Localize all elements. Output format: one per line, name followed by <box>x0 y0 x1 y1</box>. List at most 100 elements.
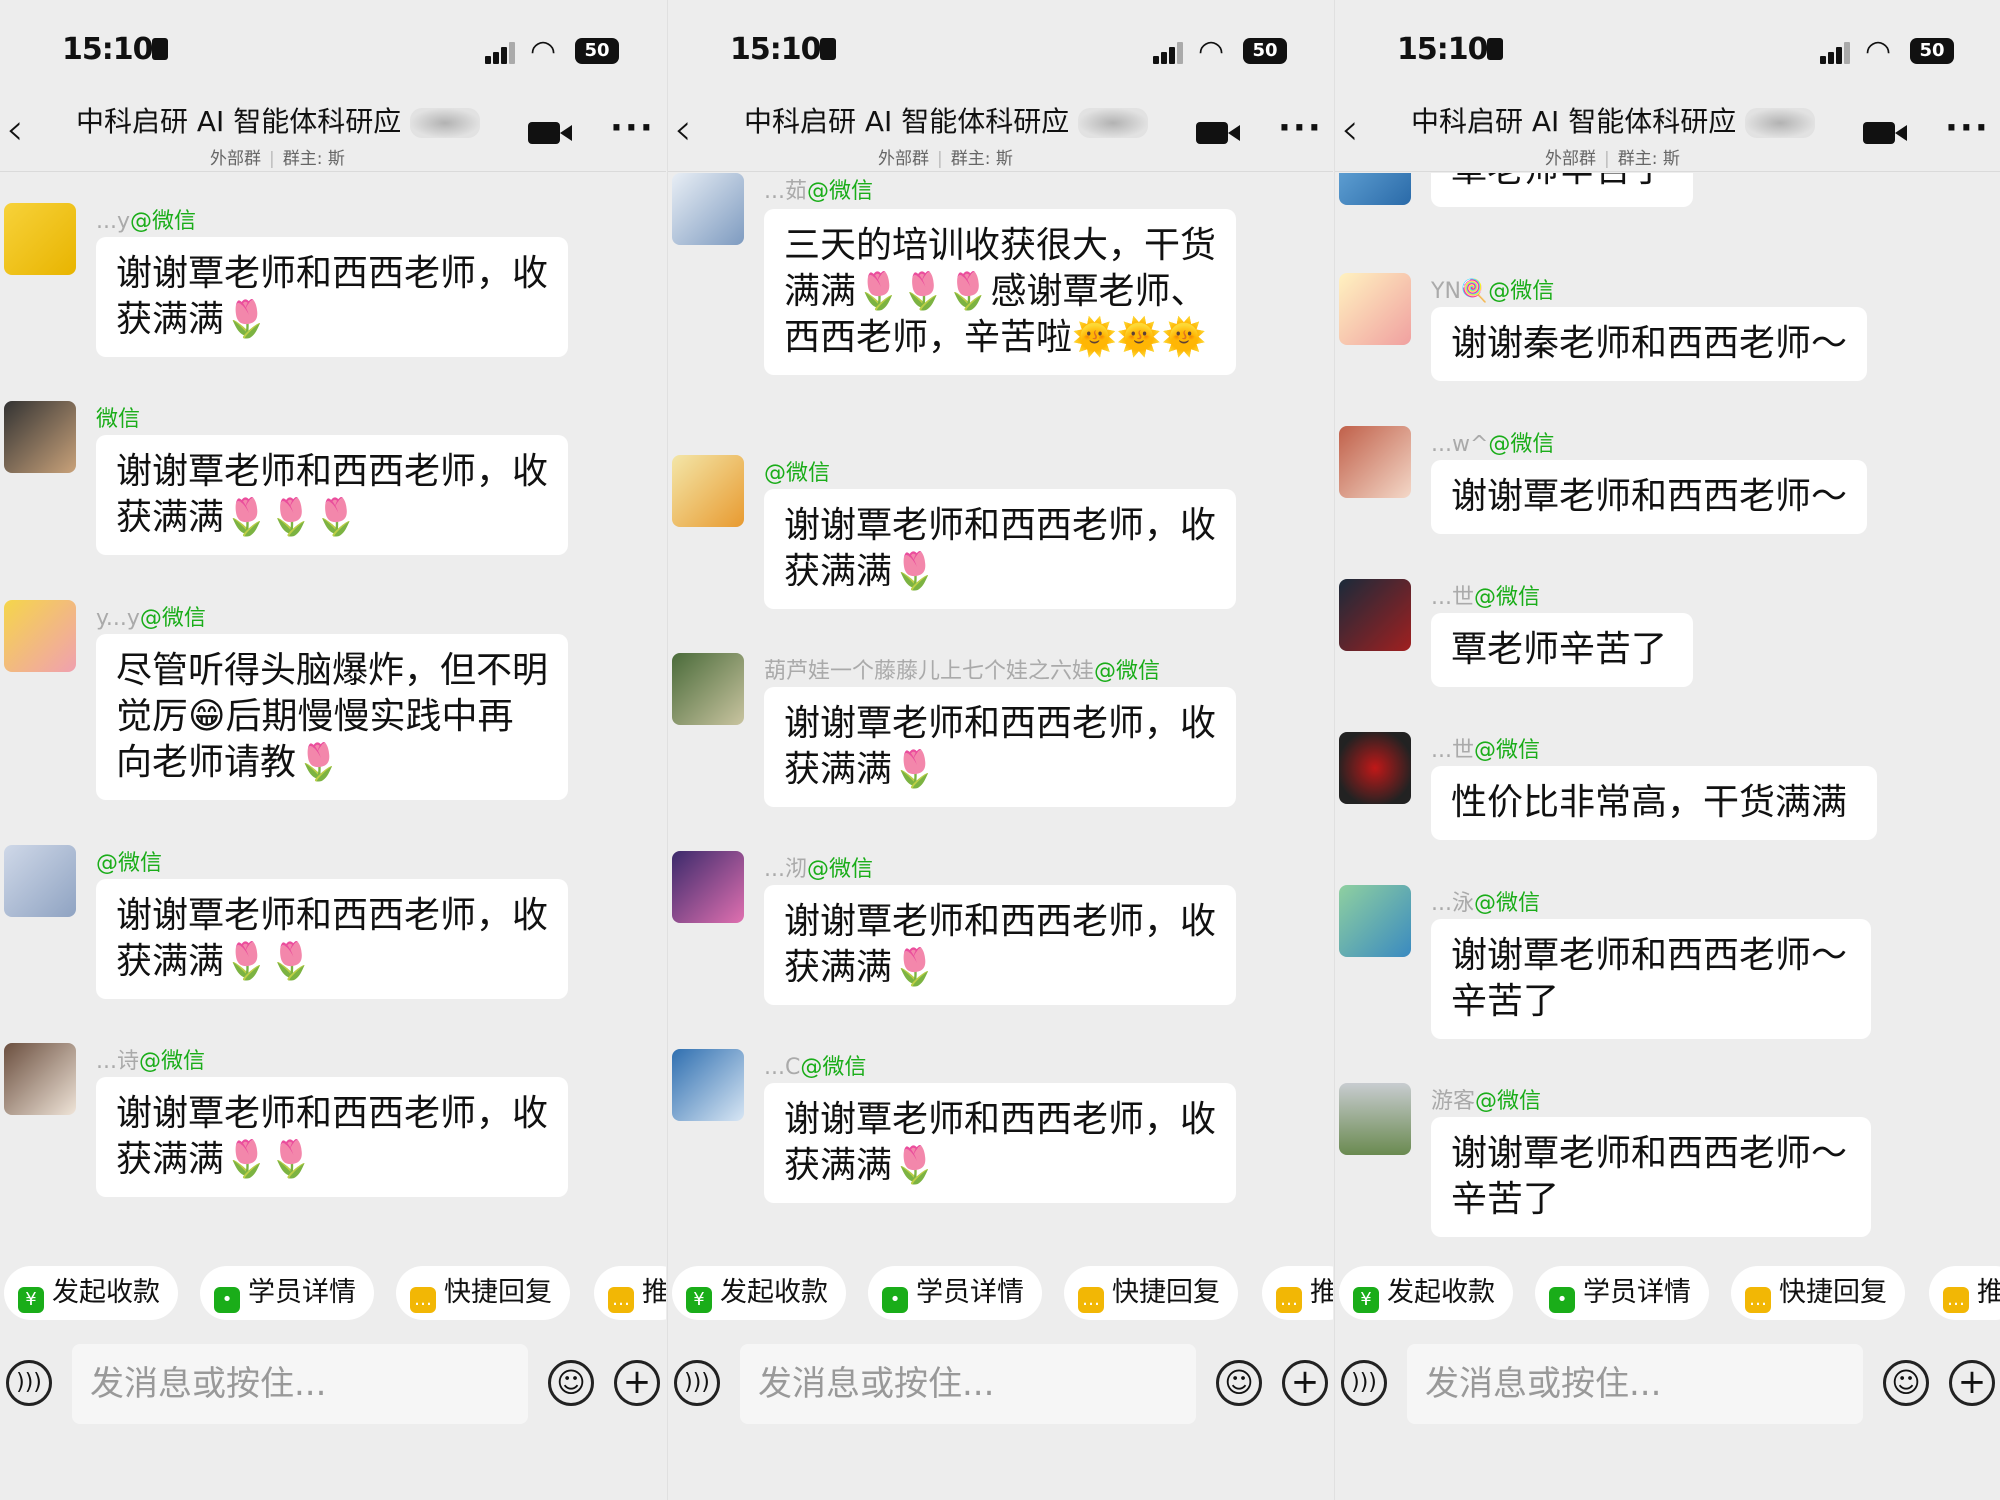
collect-payment-button[interactable]: ¥ 发起收款 <box>1339 1266 1513 1320</box>
avatar[interactable] <box>672 653 744 725</box>
message-bubble[interactable]: 谢谢覃老师和西西老师～辛苦了 <box>1431 1117 1871 1237</box>
recommend-button[interactable]: …推 <box>1262 1266 1333 1320</box>
message-bubble[interactable]: 谢谢覃老师和西西老师，收获满满🌷 <box>764 489 1236 609</box>
message-input[interactable]: 发消息或按住... <box>1407 1344 1863 1424</box>
avatar[interactable] <box>4 845 76 917</box>
clock: 15:10 <box>1397 32 1488 67</box>
avatar[interactable] <box>1339 1083 1411 1155</box>
chat-bubble-icon: … <box>1745 1287 1771 1313</box>
quick-action-bar: ¥发起收款 •学员详情 …快捷回复 …推 <box>0 1266 666 1332</box>
chat-bubble-icon: … <box>1943 1287 1969 1313</box>
message-bubble[interactable]: 谢谢覃老师和西西老师，收获满满🌷 <box>764 687 1236 807</box>
chat-bubble-icon: … <box>1276 1287 1302 1313</box>
recommend-button[interactable]: …推 <box>594 1266 666 1320</box>
user-icon: • <box>214 1287 240 1313</box>
avatar[interactable] <box>4 1043 76 1115</box>
message-bubble[interactable]: 谢谢覃老师和西西老师，收获满满🌷 <box>96 237 568 357</box>
message-bubble[interactable]: 谢谢覃老师和西西老师，收获满满🌷🌷 <box>96 879 568 999</box>
avatar[interactable] <box>4 203 76 275</box>
message-bubble[interactable]: 尽管听得头脑爆炸，但不明觉厉😁后期慢慢实践中再向老师请教🌷 <box>96 634 568 800</box>
group-subtitle: 外部群 | 群主: 斯 <box>210 149 345 169</box>
back-arrow-icon[interactable]: ‹ <box>674 104 692 155</box>
message-bubble[interactable]: 谢谢覃老师和西西老师～辛苦了 <box>1431 919 1871 1039</box>
message-bubble[interactable]: 性价比非常高，干货满满 <box>1431 766 1877 840</box>
chat-bubble-icon: … <box>410 1287 436 1313</box>
collect-payment-button[interactable]: ¥ 发起收款 <box>4 1266 178 1320</box>
message-bubble[interactable]: 覃老师辛苦了 <box>1431 613 1693 687</box>
avatar[interactable] <box>1339 579 1411 651</box>
avatar[interactable] <box>1339 426 1411 498</box>
status-bar: 15:10 ◠ 50 <box>668 28 1333 76</box>
sender-name: ...茹@微信 <box>764 179 873 204</box>
group-title: 中科启研 AI 智能体科研应 <box>744 100 1174 140</box>
payment-icon: ¥ <box>18 1287 44 1313</box>
avatar[interactable] <box>4 600 76 672</box>
recommend-button[interactable]: …推 <box>1929 1266 2000 1320</box>
quick-reply-button[interactable]: … 快捷回复 <box>1064 1266 1238 1320</box>
sender-name: ...沏@微信 <box>764 857 873 882</box>
plus-icon[interactable]: + <box>614 1360 660 1406</box>
input-bar: ))) 发消息或按住... ☺ + <box>1335 1340 2000 1440</box>
emoji-icon[interactable]: ☺ <box>1883 1360 1929 1406</box>
back-arrow-icon[interactable]: ‹ <box>1341 104 1359 155</box>
avatar[interactable] <box>1339 885 1411 957</box>
message-input[interactable]: 发消息或按住... <box>740 1344 1196 1424</box>
sender-name: y...y@微信 <box>96 606 206 631</box>
more-options-icon[interactable]: ··· <box>610 108 655 148</box>
sender-name: YN🍭@微信 <box>1431 279 1555 304</box>
plus-icon[interactable]: + <box>1282 1360 1328 1406</box>
message-bubble[interactable]: 谢谢覃老师和西西老师～ <box>1431 460 1867 534</box>
voice-icon[interactable]: ))) <box>674 1360 720 1406</box>
status-bar: 15:10 ◠ 50 <box>1335 28 2000 76</box>
student-details-button[interactable]: • 学员详情 <box>868 1266 1042 1320</box>
video-call-icon[interactable] <box>1863 122 1907 144</box>
quick-reply-button[interactable]: … 快捷回复 <box>396 1266 570 1320</box>
battery-indicator: 50 <box>1243 38 1287 64</box>
avatar[interactable] <box>1339 173 1411 205</box>
message-list[interactable]: ...茹@微信 三天的培训收获很大，干货满满🌷🌷🌷感谢覃老师、西西老师，辛苦啦🌞… <box>668 173 1333 1253</box>
avatar[interactable] <box>672 1049 744 1121</box>
payment-icon: ¥ <box>1353 1287 1379 1313</box>
video-call-icon[interactable] <box>528 122 572 144</box>
more-options-icon[interactable]: ··· <box>1945 108 1990 148</box>
student-details-button[interactable]: • 学员详情 <box>200 1266 374 1320</box>
message-list[interactable]: 覃老师辛苦了 YN🍭@微信 谢谢秦老师和西西老师～ ...w^@微信 谢谢覃老师… <box>1335 173 2000 1253</box>
message-bubble[interactable]: 谢谢覃老师和西西老师，收获满满🌷 <box>764 1083 1236 1203</box>
plus-icon[interactable]: + <box>1949 1360 1995 1406</box>
video-call-icon[interactable] <box>1196 122 1240 144</box>
avatar[interactable] <box>672 851 744 923</box>
lock-icon <box>152 38 168 60</box>
avatar[interactable] <box>672 173 744 245</box>
avatar[interactable] <box>672 455 744 527</box>
sender-name: 微信 <box>96 407 141 432</box>
back-arrow-icon[interactable]: ‹ <box>6 104 24 155</box>
message-bubble[interactable]: 三天的培训收获很大，干货满满🌷🌷🌷感谢覃老师、西西老师，辛苦啦🌞🌞🌞 <box>764 209 1236 375</box>
quick-reply-button[interactable]: … 快捷回复 <box>1731 1266 1905 1320</box>
sender-name: ...泳@微信 <box>1431 891 1540 916</box>
avatar[interactable] <box>4 401 76 473</box>
avatar[interactable] <box>1339 273 1411 345</box>
emoji-icon[interactable]: ☺ <box>548 1360 594 1406</box>
student-details-button[interactable]: • 学员详情 <box>1535 1266 1709 1320</box>
chat-screen-1: 15:10 ◠ 50 ‹ 中科启研 AI 智能体科研应 外部群 | 群主: 斯 ··… <box>0 0 666 1500</box>
message-list[interactable]: ...y@微信 谢谢覃老师和西西老师，收获满满🌷 微信 谢谢覃老师和西西老师，收… <box>0 173 666 1253</box>
user-icon: • <box>882 1287 908 1313</box>
sender-name: ...世@微信 <box>1431 585 1540 610</box>
voice-icon[interactable]: ))) <box>6 1360 52 1406</box>
wifi-icon: ◠ <box>530 34 557 69</box>
sender-name: @微信 <box>96 851 163 876</box>
message-bubble[interactable]: 谢谢覃老师和西西老师，收获满满🌷🌷 <box>96 1077 568 1197</box>
message-bubble[interactable]: 谢谢覃老师和西西老师，收获满满🌷 <box>764 885 1236 1005</box>
more-options-icon[interactable]: ··· <box>1278 108 1323 148</box>
message-bubble[interactable]: 覃老师辛苦了 <box>1431 173 1693 207</box>
message-bubble[interactable]: 谢谢覃老师和西西老师，收获满满🌷🌷🌷 <box>96 435 568 555</box>
payment-icon: ¥ <box>686 1287 712 1313</box>
emoji-icon[interactable]: ☺ <box>1216 1360 1262 1406</box>
collect-payment-button[interactable]: ¥ 发起收款 <box>672 1266 846 1320</box>
message-bubble[interactable]: 谢谢秦老师和西西老师～ <box>1431 307 1867 381</box>
message-input[interactable]: 发消息或按住... <box>72 1344 528 1424</box>
voice-icon[interactable]: ))) <box>1341 1360 1387 1406</box>
group-title: 中科启研 AI 智能体科研应 <box>76 100 506 140</box>
avatar[interactable] <box>1339 732 1411 804</box>
input-bar: ))) 发消息或按住... ☺ + <box>0 1340 666 1440</box>
